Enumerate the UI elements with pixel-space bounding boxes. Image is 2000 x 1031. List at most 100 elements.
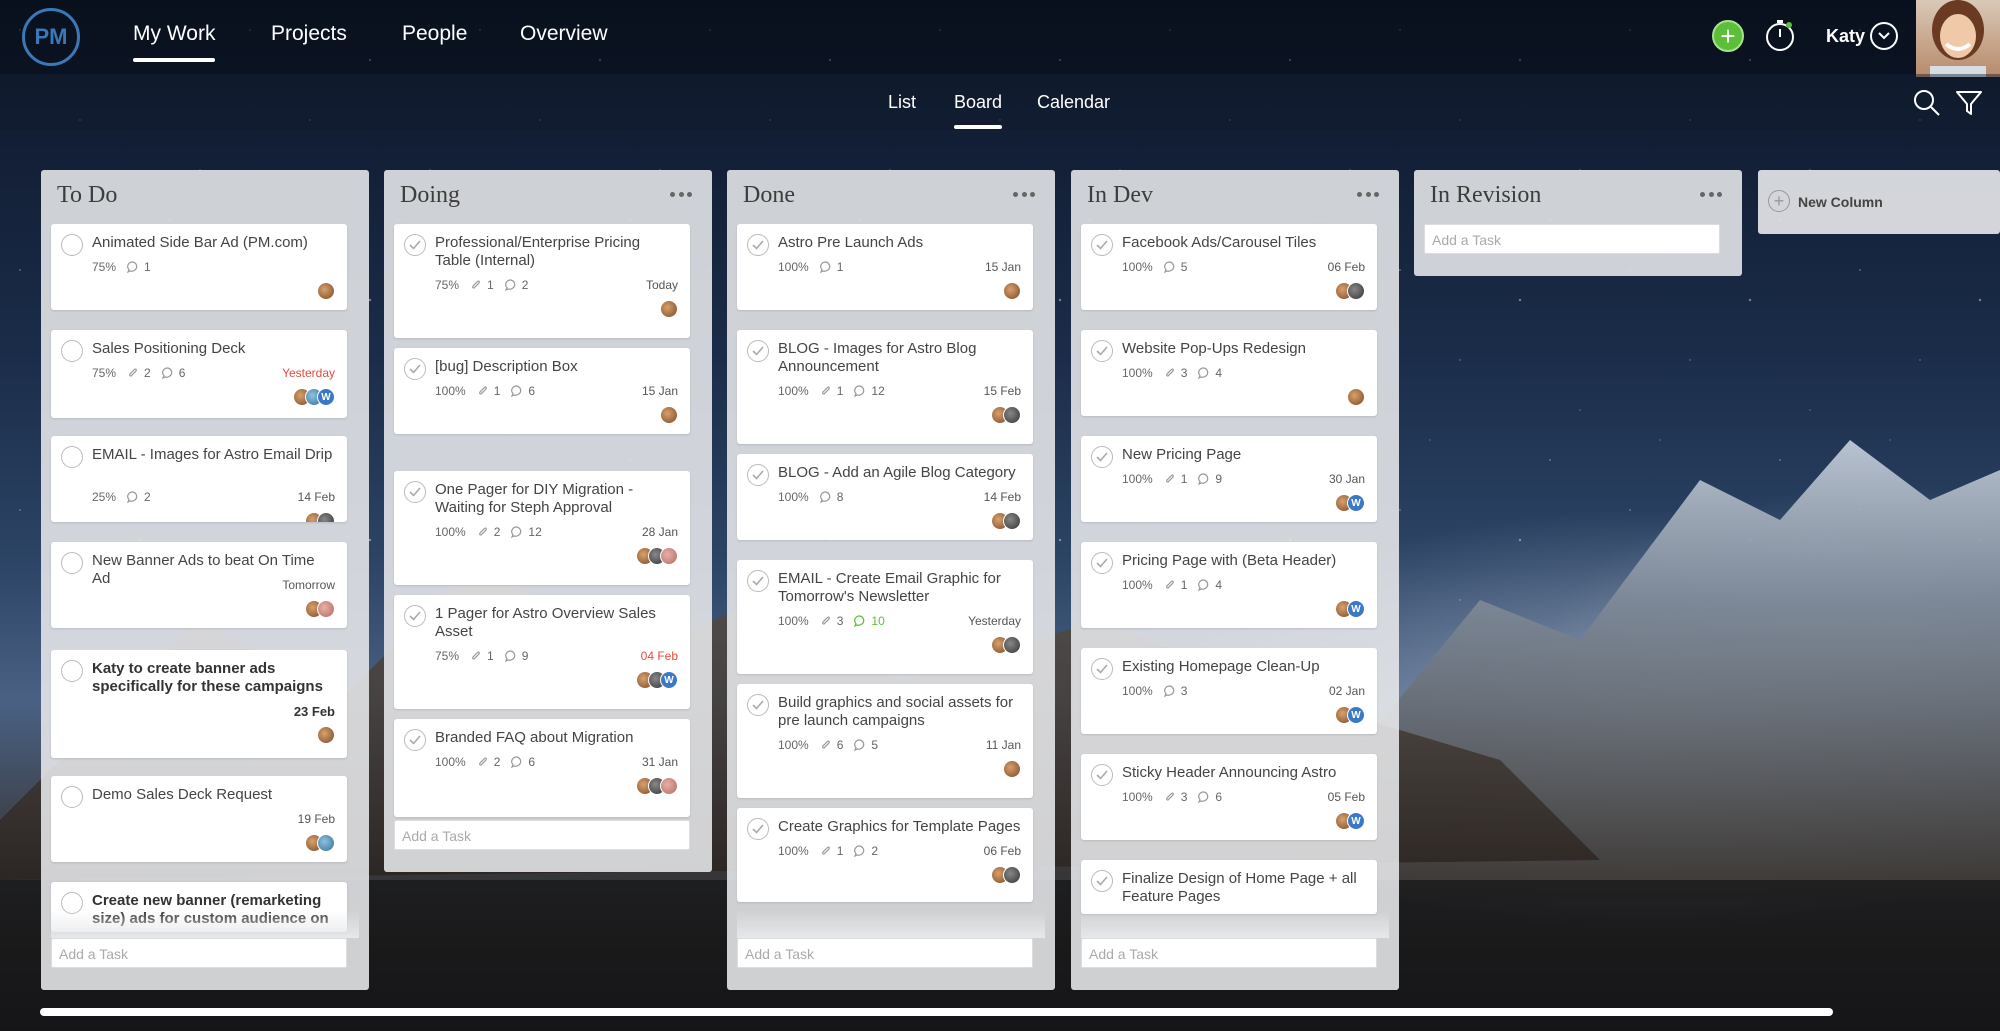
task-card[interactable]: Create Graphics for Template Pages 100% 1 2… <box>737 808 1033 902</box>
task-card[interactable]: Professional/Enterprise Pricing Table (I… <box>394 224 690 338</box>
assignee-avatars[interactable] <box>636 547 678 565</box>
assignee-avatars[interactable] <box>1003 760 1021 778</box>
user-avatar[interactable] <box>1916 0 2000 77</box>
task-complete-checkbox[interactable] <box>1091 764 1113 786</box>
task-complete-checkbox[interactable] <box>404 234 426 256</box>
task-title[interactable]: One Pager for DIY Migration - Waiting fo… <box>435 481 678 517</box>
task-card[interactable]: Astro Pre Launch Ads 100% 1 15 Jan <box>737 224 1033 310</box>
task-complete-checkbox[interactable] <box>61 340 83 362</box>
task-card[interactable]: Sales Positioning Deck 75% 2 6 Yesterday W <box>51 330 347 418</box>
task-title[interactable]: EMAIL - Images for Astro Email Drip <box>92 446 335 464</box>
assignee-avatars[interactable] <box>317 726 335 744</box>
assignee-avatars[interactable]: W <box>1335 706 1365 724</box>
assignee-avatars[interactable] <box>305 600 335 618</box>
column-menu-icon[interactable] <box>1013 192 1035 198</box>
assignee-avatars[interactable] <box>991 406 1021 424</box>
task-card[interactable]: [bug] Description Box 100% 1 6 15 Jan <box>394 348 690 434</box>
task-complete-checkbox[interactable] <box>747 234 769 256</box>
task-complete-checkbox[interactable] <box>404 605 426 627</box>
task-title[interactable]: Finalize Design of Home Page + all Featu… <box>1122 870 1365 906</box>
nav-projects[interactable]: Projects <box>271 22 347 46</box>
task-complete-checkbox[interactable] <box>747 570 769 592</box>
task-complete-checkbox[interactable] <box>1091 552 1113 574</box>
task-title[interactable]: EMAIL - Create Email Graphic for Tomorro… <box>778 570 1021 606</box>
filter-icon[interactable] <box>1954 88 1984 118</box>
search-icon[interactable] <box>1912 88 1942 118</box>
horizontal-scrollbar[interactable] <box>40 1008 1833 1016</box>
task-title[interactable]: Sales Positioning Deck <box>92 340 335 358</box>
task-title[interactable]: [bug] Description Box <box>435 358 678 376</box>
add-task-input[interactable]: Add a Task <box>51 938 347 968</box>
task-title[interactable]: Create Graphics for Template Pages <box>778 818 1021 836</box>
task-complete-checkbox[interactable] <box>404 729 426 751</box>
add-task-input[interactable]: Add a Task <box>1081 938 1377 968</box>
task-complete-checkbox[interactable] <box>1091 340 1113 362</box>
task-title[interactable]: Pricing Page with (Beta Header) <box>1122 552 1365 570</box>
column-menu-icon[interactable] <box>1700 192 1722 198</box>
task-card[interactable]: Finalize Design of Home Page + all Featu… <box>1081 860 1377 914</box>
task-title[interactable]: Demo Sales Deck Request <box>92 786 335 804</box>
task-card[interactable]: Website Pop-Ups Redesign 100% 3 4 <box>1081 330 1377 416</box>
task-complete-checkbox[interactable] <box>747 464 769 486</box>
task-card[interactable]: Build graphics and social assets for pre… <box>737 684 1033 798</box>
task-card[interactable]: EMAIL - Images for Astro Email Drip 25% 2 1… <box>51 436 347 522</box>
task-card[interactable]: Animated Side Bar Ad (PM.com) 75% 1 <box>51 224 347 310</box>
task-title[interactable]: Astro Pre Launch Ads <box>778 234 1021 252</box>
assignee-avatars[interactable] <box>305 834 335 852</box>
tab-list[interactable]: List <box>888 92 916 113</box>
task-complete-checkbox[interactable] <box>747 694 769 716</box>
task-complete-checkbox[interactable] <box>1091 658 1113 680</box>
assignee-avatars[interactable]: W <box>293 388 335 406</box>
assignee-avatars[interactable] <box>660 406 678 424</box>
task-complete-checkbox[interactable] <box>1091 234 1113 256</box>
assignee-avatars[interactable] <box>991 636 1021 654</box>
add-task-input[interactable]: Add a Task <box>394 820 690 850</box>
task-complete-checkbox[interactable] <box>747 818 769 840</box>
assignee-avatars[interactable] <box>1347 388 1365 406</box>
assignee-avatars[interactable] <box>660 300 678 318</box>
task-card[interactable]: 1 Pager for Astro Overview Sales Asset 75… <box>394 595 690 709</box>
assignee-avatars[interactable]: W <box>1335 812 1365 830</box>
task-complete-checkbox[interactable] <box>404 358 426 380</box>
task-title[interactable]: Sticky Header Announcing Astro <box>1122 764 1365 782</box>
task-card[interactable]: Pricing Page with (Beta Header) 100% 1 4 W <box>1081 542 1377 628</box>
task-card[interactable]: Sticky Header Announcing Astro 100% 3 6 05 F… <box>1081 754 1377 840</box>
column-menu-icon[interactable] <box>670 192 692 198</box>
task-card[interactable]: EMAIL - Create Email Graphic for Tomorro… <box>737 560 1033 674</box>
task-complete-checkbox[interactable] <box>61 446 83 468</box>
task-complete-checkbox[interactable] <box>747 340 769 362</box>
task-card[interactable]: New Banner Ads to beat On Time Ad Tomorro… <box>51 542 347 628</box>
task-complete-checkbox[interactable] <box>61 234 83 256</box>
task-card[interactable]: Demo Sales Deck Request 19 Feb <box>51 776 347 862</box>
task-card[interactable]: New Pricing Page 100% 1 9 30 Jan W <box>1081 436 1377 522</box>
new-column-button[interactable]: + New Column <box>1758 170 2000 234</box>
user-menu-chevron-icon[interactable] <box>1870 22 1898 50</box>
task-card[interactable]: One Pager for DIY Migration - Waiting fo… <box>394 471 690 585</box>
task-card[interactable]: BLOG - Add an Agile Blog Category 100% 8 14… <box>737 454 1033 540</box>
user-name[interactable]: Katy <box>1826 26 1865 47</box>
add-task-input[interactable]: Add a Task <box>737 938 1033 968</box>
assignee-avatars[interactable] <box>991 512 1021 530</box>
task-title[interactable]: Katy to create banner ads specifically f… <box>92 660 335 696</box>
task-title[interactable]: Website Pop-Ups Redesign <box>1122 340 1365 358</box>
task-title[interactable]: Branded FAQ about Migration <box>435 729 678 747</box>
task-title[interactable]: 1 Pager for Astro Overview Sales Asset <box>435 605 678 641</box>
assignee-avatars[interactable] <box>636 777 678 795</box>
assignee-avatars[interactable] <box>1003 282 1021 300</box>
nav-people[interactable]: People <box>402 22 467 46</box>
assignee-avatars[interactable]: W <box>1335 494 1365 512</box>
assignee-avatars[interactable] <box>991 866 1021 884</box>
task-complete-checkbox[interactable] <box>61 786 83 808</box>
task-complete-checkbox[interactable] <box>1091 870 1113 892</box>
task-card[interactable]: Existing Homepage Clean-Up 100% 3 02 Jan W <box>1081 648 1377 734</box>
assignee-avatars[interactable] <box>1335 282 1365 300</box>
task-title[interactable]: BLOG - Add an Agile Blog Category <box>778 464 1021 482</box>
assignee-avatars[interactable]: W <box>1335 600 1365 618</box>
add-task-input[interactable]: Add a Task <box>1424 224 1720 254</box>
tab-calendar[interactable]: Calendar <box>1037 92 1110 113</box>
pm-logo[interactable]: PM <box>22 8 80 66</box>
task-complete-checkbox[interactable] <box>1091 446 1113 468</box>
nav-my-work[interactable]: My Work <box>133 22 216 62</box>
task-title[interactable]: Facebook Ads/Carousel Tiles <box>1122 234 1365 252</box>
task-title[interactable]: BLOG - Images for Astro Blog Announcemen… <box>778 340 1021 376</box>
